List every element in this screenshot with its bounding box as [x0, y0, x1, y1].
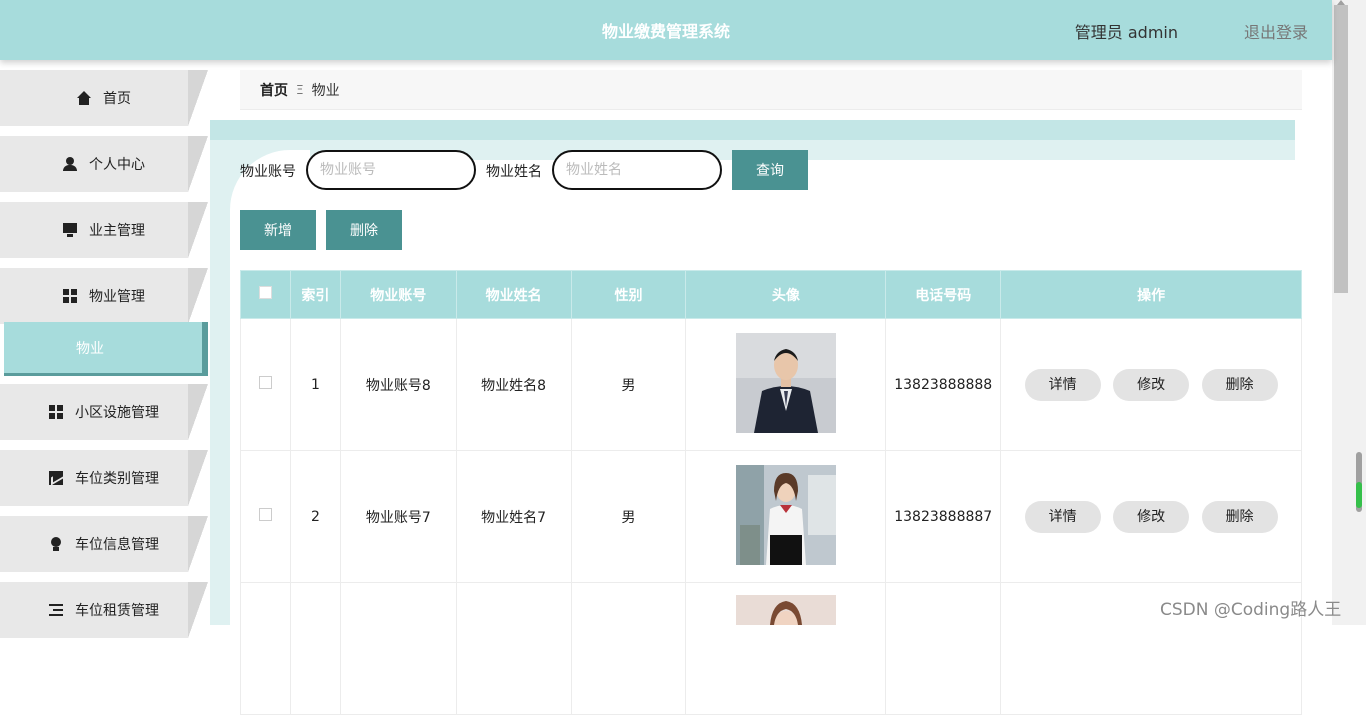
avatar-cell	[685, 318, 887, 451]
column-header: 操作	[1000, 270, 1302, 319]
account-search-input[interactable]	[306, 150, 476, 190]
logout-link[interactable]: 退出登录	[1244, 19, 1308, 43]
current-user-label: 管理员 admin	[1074, 23, 1178, 42]
row-select-cell	[240, 582, 291, 715]
avatar-cell	[685, 582, 887, 715]
account-search-label: 物业账号	[240, 164, 296, 180]
home-icon	[77, 91, 91, 105]
detail-button[interactable]: 详情	[1024, 500, 1101, 533]
sidebar-subitem-property[interactable]: 物业	[4, 322, 208, 376]
sidebar-item-label: 车位租赁管理	[75, 603, 159, 619]
breadcrumb: 首页 Ξ 物业	[240, 70, 1302, 110]
top-header: 物业缴费管理系统 管理员 admin 退出登录	[0, 0, 1332, 60]
sidebar-item-personal-center[interactable]: 个人中心	[0, 136, 208, 192]
property-table: 索引 物业账号 物业姓名 性别 头像 电话号码 操作 1 物业账号8 物业姓名8…	[240, 270, 1302, 715]
sidebar-item-label: 业主管理	[89, 223, 145, 239]
chart-icon	[49, 471, 63, 485]
account-cell: 物业账号8	[339, 318, 457, 451]
index-cell: 2	[289, 450, 341, 583]
table-row: 1 物业账号8 物业姓名8 男 13823888888 详情 修改 删除	[240, 318, 1302, 451]
sidebar-item-facility-management[interactable]: 小区设施管理	[0, 384, 208, 440]
sidebar-item-parking-info[interactable]: 车位信息管理	[0, 516, 208, 572]
sidebar-item-label: 首页	[103, 91, 131, 107]
decorative-band	[210, 120, 1295, 140]
select-all-checkbox[interactable]	[258, 286, 272, 299]
sidebar-subitem-label: 物业	[76, 340, 104, 357]
list-icon	[49, 603, 63, 617]
operations-cell: 详情 修改 删除	[1000, 318, 1302, 451]
table-header-row: 索引 物业账号 物业姓名 性别 头像 电话号码 操作	[240, 270, 1302, 319]
name-cell: 物业姓名8	[455, 318, 572, 451]
scroll-indicator-active	[1356, 482, 1362, 508]
grid-icon	[49, 405, 63, 419]
column-header: 物业账号	[339, 270, 457, 319]
sidebar-item-label: 车位类别管理	[75, 471, 159, 487]
sidebar-item-label: 车位信息管理	[75, 537, 159, 553]
sidebar-item-home[interactable]: 首页	[0, 70, 208, 126]
sidebar-item-label: 物业管理	[89, 289, 145, 305]
monitor-icon	[63, 223, 77, 237]
avatar	[735, 595, 836, 625]
user-icon	[63, 157, 77, 171]
sidebar-item-parking-category[interactable]: 车位类别管理	[0, 450, 208, 506]
gender-cell: 男	[570, 450, 687, 583]
table-row	[240, 582, 1302, 715]
edit-button[interactable]: 修改	[1113, 368, 1190, 401]
account-cell: 物业账号7	[339, 450, 457, 583]
column-header: 索引	[289, 270, 341, 319]
breadcrumb-home[interactable]: 首页	[260, 80, 288, 100]
gender-cell: 男	[570, 318, 687, 451]
account-cell	[339, 582, 457, 715]
sidebar-item-parking-rental[interactable]: 车位租赁管理	[0, 582, 208, 638]
phone-cell	[885, 582, 1002, 715]
index-cell	[289, 582, 341, 715]
sidebar-item-property-management[interactable]: 物业管理	[0, 268, 208, 324]
detail-button[interactable]: 详情	[1024, 368, 1101, 401]
avatar-cell	[685, 450, 887, 583]
column-header: 头像	[685, 270, 887, 319]
table-row: 2 物业账号7 物业姓名7 男 13823888887 详情 修改 删除	[240, 450, 1302, 583]
name-cell	[455, 582, 572, 715]
bulb-icon	[49, 537, 63, 551]
vertical-scrollbar[interactable]	[1332, 0, 1366, 625]
delete-button[interactable]: 删除	[1201, 500, 1278, 533]
avatar	[735, 332, 836, 433]
breadcrumb-separator-icon: Ξ	[296, 82, 304, 97]
row-checkbox[interactable]	[258, 508, 272, 521]
query-button[interactable]: 查询	[732, 150, 808, 190]
column-header: 物业姓名	[455, 270, 572, 319]
select-all-header	[240, 270, 291, 319]
row-select-cell	[240, 318, 291, 451]
row-checkbox[interactable]	[258, 376, 272, 389]
edit-button[interactable]: 修改	[1113, 500, 1190, 533]
row-select-cell	[240, 450, 291, 583]
column-header: 电话号码	[885, 270, 1002, 319]
name-search-label: 物业姓名	[486, 164, 542, 180]
phone-cell: 13823888888	[885, 318, 1002, 451]
delete-button[interactable]: 删除	[1201, 368, 1278, 401]
column-header: 性别	[570, 270, 687, 319]
grid-icon	[63, 289, 77, 303]
sidebar-item-label: 个人中心	[89, 157, 145, 173]
operations-cell: 详情 修改 删除	[1000, 450, 1302, 583]
name-search-input[interactable]	[552, 150, 722, 190]
sidebar-item-owner-management[interactable]: 业主管理	[0, 202, 208, 258]
index-cell: 1	[289, 318, 341, 451]
name-cell: 物业姓名7	[455, 450, 572, 583]
add-button[interactable]: 新增	[240, 210, 316, 250]
scrollbar-thumb[interactable]	[1334, 5, 1348, 293]
gender-cell	[570, 582, 687, 715]
watermark: CSDN @Coding路人王	[1160, 600, 1342, 620]
batch-delete-button[interactable]: 删除	[326, 210, 402, 250]
sidebar: 首页 个人中心 业主管理 物业管理 物业 小区设施管理 车位类别管理 车位信息管…	[0, 60, 210, 638]
breadcrumb-current: 物业	[311, 82, 340, 99]
avatar	[735, 464, 836, 565]
phone-cell: 13823888887	[885, 450, 1002, 583]
sidebar-item-label: 小区设施管理	[75, 405, 159, 421]
